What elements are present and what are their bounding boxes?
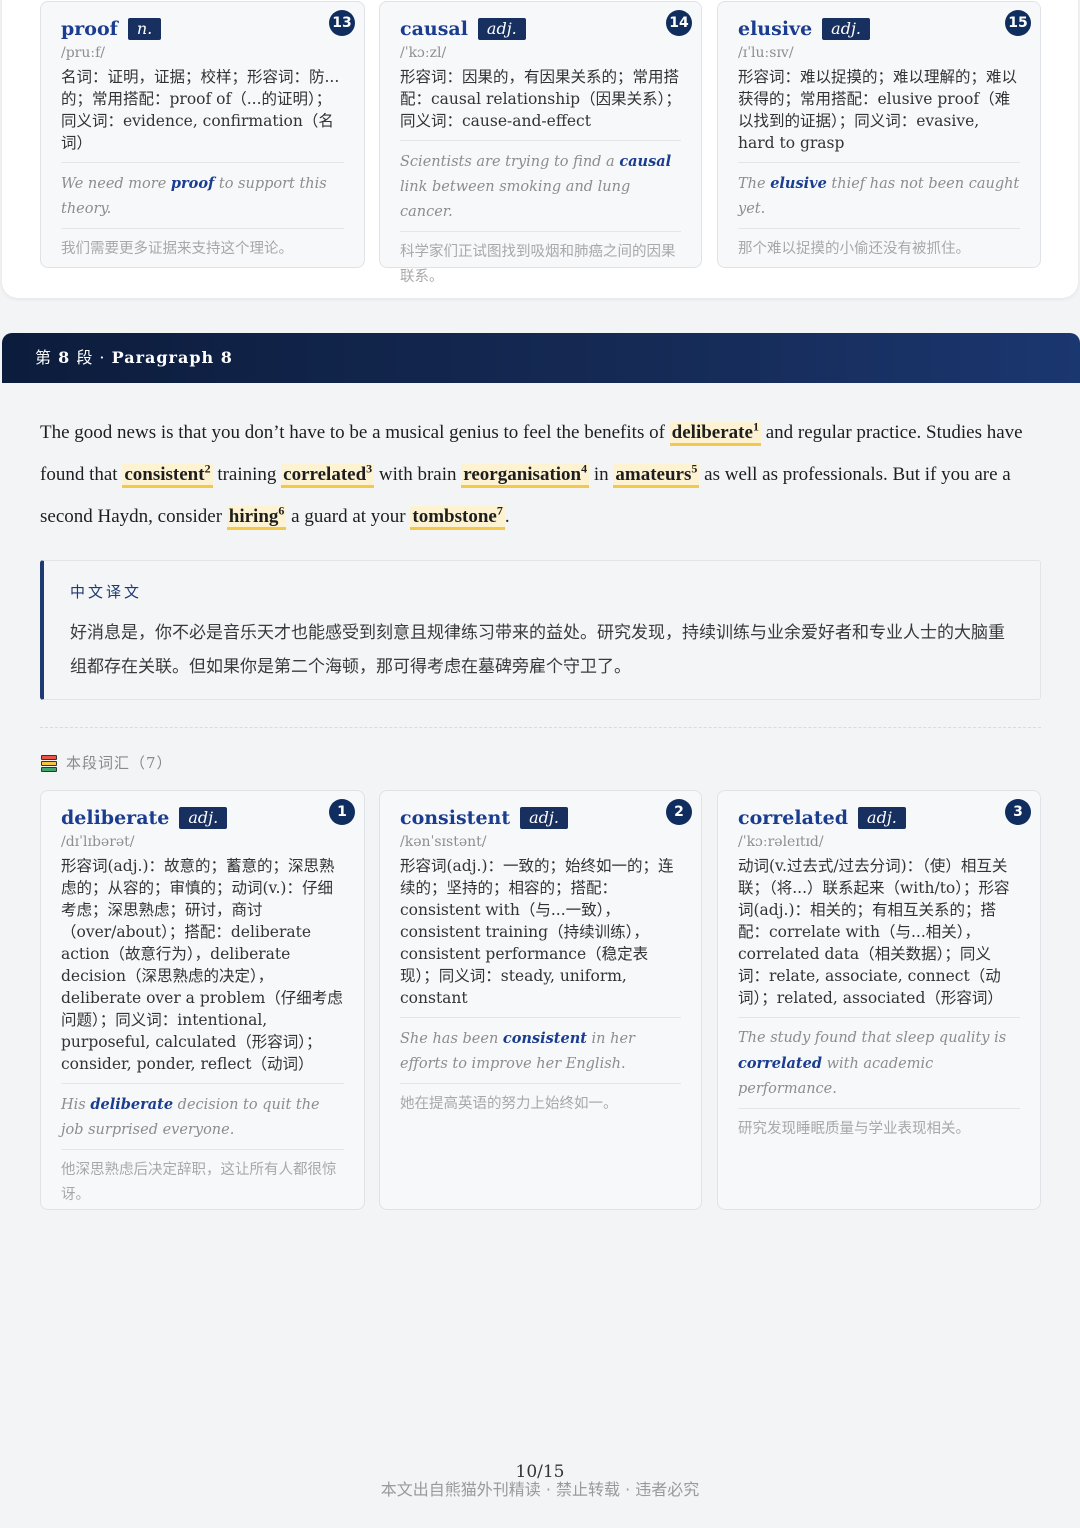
translation-title: 中文译文 <box>70 583 143 601</box>
phonetic: /ˈkɔːzl/ <box>400 45 447 61</box>
phonetic: /dɪˈlɪbərət/ <box>61 834 135 850</box>
highlighted-word[interactable]: tombstone7 <box>410 505 505 530</box>
phonetic: /ɪˈluːsɪv/ <box>738 45 794 61</box>
vocab-card-elusive: elusive adj. 15 /ɪˈluːsɪv/ 形容词：难以捉摸的；难以理解… <box>717 1 1041 268</box>
highlighted-word[interactable]: amateurs5 <box>613 463 700 488</box>
page-footer: 10/15 本文出自熊猫外刊精读 · 禁止转载 · 违者必究 <box>0 1462 1080 1500</box>
vocab-card-deliberate: deliberate adj. 1 /dɪˈlɪbərət/ 形容词(adj.)：… <box>40 790 365 1210</box>
example-keyword: deliberate <box>90 1096 174 1113</box>
phonetic: /pruːf/ <box>61 45 106 61</box>
translation-text: 好消息是，你不必是音乐天才也能感受到刻意且规律练习带来的益处。研究发现，持续训练… <box>70 623 1005 677</box>
section-divider <box>40 727 1041 728</box>
highlighted-word[interactable]: correlated3 <box>281 463 375 488</box>
vocab-word: correlated <box>738 807 849 829</box>
pos-badge: adj. <box>822 18 870 40</box>
example-chinese: 他深思熟虑后决定辞职，这让所有人都很惊讶。 <box>61 1162 337 1203</box>
paragraph-text: The good news is that you don’t have to … <box>40 412 1040 538</box>
vocab-number-badge: 2 <box>666 799 692 825</box>
copyright-note: 本文出自熊猫外刊精读 · 禁止转载 · 违者必究 <box>380 1480 700 1499</box>
example-keyword: elusive <box>770 175 827 192</box>
example-keyword: consistent <box>502 1030 587 1047</box>
example-chinese: 科学家们正试图找到吸烟和肺癌之间的因果联系。 <box>400 244 676 285</box>
paragraph-banner: 第 8 段 · Paragraph 8 <box>2 333 1080 383</box>
highlighted-word[interactable]: reorganisation4 <box>461 463 590 488</box>
example-english: The elusive thief has not been caught ye… <box>738 163 1020 229</box>
definition: 形容词：因果的，有因果关系的；常用搭配：causal relationship（… <box>400 66 681 141</box>
example-keyword: proof <box>170 175 215 192</box>
vocab-number-badge: 13 <box>329 10 355 36</box>
definition: 形容词(adj.)：一致的；始终如一的；连续的；坚持的；相容的；搭配：consi… <box>400 855 681 1018</box>
pos-badge: n. <box>127 18 162 40</box>
vocab-number-badge: 3 <box>1005 799 1031 825</box>
vocab-word: consistent <box>400 807 511 829</box>
example-chinese: 那个难以捉摸的小偷还没有被抓住。 <box>738 241 970 257</box>
example-chinese: 研究发现睡眠质量与学业表现相关。 <box>738 1121 970 1137</box>
phonetic: /kənˈsɪstənt/ <box>400 834 487 850</box>
phonetic: /ˈkɔːrəleɪtɪd/ <box>738 834 824 850</box>
example-chinese: 我们需要更多证据来支持这个理论。 <box>61 241 293 257</box>
highlighted-word[interactable]: deliberate1 <box>669 421 761 446</box>
paragraph-number: 8 <box>58 348 71 367</box>
vocab-card-causal: causal adj. 14 /ˈkɔːzl/ 形容词：因果的，有因果关系的；常用… <box>379 1 702 285</box>
vocab-section-label: 本段词汇（7） <box>40 752 173 773</box>
example-english: We need more proof to support this theor… <box>61 163 344 229</box>
vocab-word: deliberate <box>61 807 170 829</box>
definition: 形容词(adj.)：故意的；蓄意的；深思熟虑的；从容的；审慎的；动词(v.)：仔… <box>61 855 344 1084</box>
example-english: Scientists are trying to find a causal l… <box>400 141 681 232</box>
vocab-word: proof <box>61 18 118 40</box>
example-chinese: 她在提高英语的努力上始终如一。 <box>400 1096 618 1112</box>
books-icon <box>40 754 58 772</box>
example-english: The study found that sleep quality is co… <box>738 1018 1020 1109</box>
example-keyword: correlated <box>738 1055 822 1072</box>
definition: 名词：证明，证据；校样；形容词：防...的；常用搭配：proof of（...的… <box>61 66 344 163</box>
definition: 动词(v.过去式/过去分词)：（使）相互关联；（将...）联系起来（with/t… <box>738 855 1020 1018</box>
pos-badge: adj. <box>858 807 906 829</box>
pos-badge: adj. <box>477 18 526 40</box>
pos-badge: adj. <box>520 807 568 829</box>
vocab-number-badge: 15 <box>1005 10 1031 36</box>
paragraph-title: Paragraph 8 <box>111 348 233 367</box>
highlighted-word[interactable]: hiring6 <box>226 505 287 530</box>
vocab-card-consistent: consistent adj. 2 /kənˈsɪstənt/ 形容词(adj.)… <box>379 790 702 1210</box>
translation-box: 中文译文 好消息是，你不必是音乐天才也能感受到刻意且规律练习带来的益处。研究发现… <box>40 560 1041 700</box>
example-english: His deliberate decision to quit the job … <box>61 1084 344 1150</box>
vocab-card-correlated: correlated adj. 3 /ˈkɔːrəleɪtɪd/ 动词(v.过去式… <box>717 790 1041 1210</box>
definition: 形容词：难以捉摸的；难以理解的；难以获得的；常用搭配：elusive proof… <box>738 66 1020 163</box>
example-keyword: causal <box>619 153 672 170</box>
example-english: She has been consistent in her efforts t… <box>400 1018 681 1084</box>
vocab-word: causal <box>400 18 468 40</box>
vocab-word: elusive <box>738 18 813 40</box>
vocab-number-badge: 14 <box>666 10 692 36</box>
vocab-card-proof: proof n. 13 /pruːf/ 名词：证明，证据；校样；形容词：防...的… <box>40 1 365 268</box>
highlighted-word[interactable]: consistent2 <box>122 463 213 488</box>
pos-badge: adj. <box>179 807 228 829</box>
vocab-number-badge: 1 <box>329 799 355 825</box>
